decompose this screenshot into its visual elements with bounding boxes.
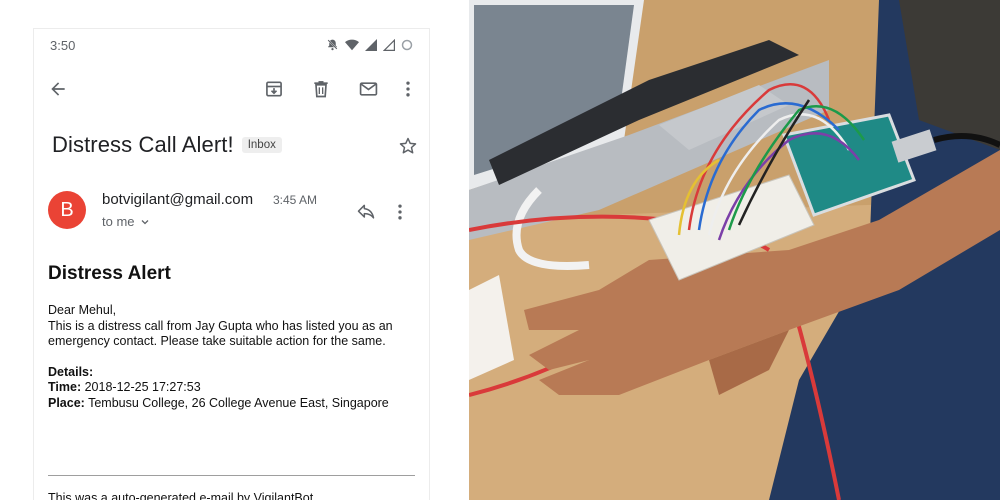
battery-icon xyxy=(401,39,413,50)
divider xyxy=(48,475,415,476)
status-time: 3:50 xyxy=(50,38,76,53)
more-vert-icon xyxy=(398,204,402,220)
message-more-button[interactable] xyxy=(387,199,413,225)
device-photo xyxy=(469,0,1000,500)
footer-note: This was a auto-generated e-mail by Vigi… xyxy=(48,491,317,500)
avatar[interactable]: B xyxy=(48,191,86,229)
time-label: Time: xyxy=(48,380,82,394)
place-line: Place: Tembusu College, 26 College Avenu… xyxy=(48,396,415,412)
place-label: Place: xyxy=(48,395,85,410)
more-vert-icon xyxy=(406,81,410,97)
device-photo-illustration xyxy=(469,0,1000,500)
email-toolbar xyxy=(34,67,429,111)
message-line-1: This is a distress call from Jay Gupta w… xyxy=(48,318,393,333)
inbox-label-chip[interactable]: Inbox xyxy=(241,137,282,153)
recipients-label: to me xyxy=(102,214,135,229)
message-line-2: emergency contact. Please take suitable … xyxy=(48,334,386,348)
reply-button[interactable] xyxy=(353,199,379,225)
delete-button[interactable] xyxy=(307,75,335,103)
reply-icon xyxy=(357,204,375,219)
sender-email: botvigilant@gmail.com xyxy=(102,191,254,208)
status-icons xyxy=(326,38,413,51)
do-not-disturb-icon xyxy=(327,39,338,51)
phone-screen: 3:50 Distress Call Alert! Inbox B botvig… xyxy=(33,28,430,500)
envelope-icon xyxy=(359,82,377,96)
mark-unread-button[interactable] xyxy=(354,75,382,103)
wifi-icon xyxy=(345,39,359,50)
place-value: Tembusu College, 26 College Avenue East,… xyxy=(84,395,389,410)
email-screenshot-panel: 3:50 Distress Call Alert! Inbox B botvig… xyxy=(0,0,468,500)
signal-empty-icon xyxy=(383,38,395,51)
arrow-back-icon xyxy=(51,82,65,96)
back-button[interactable] xyxy=(44,75,72,103)
more-options-button[interactable] xyxy=(394,75,422,103)
signal-icon xyxy=(365,38,377,51)
email-subject: Distress Call Alert! xyxy=(52,132,234,157)
archive-icon xyxy=(266,81,282,97)
sender-row: B botvigilant@gmail.com 3:45 AM to me xyxy=(48,189,415,239)
body-heading: Distress Alert xyxy=(48,263,171,284)
time-line: Time: 2018-12-25 17:27:53 xyxy=(48,380,415,396)
chevron-down-icon xyxy=(141,219,148,224)
greeting: Dear Mehul, xyxy=(48,303,117,317)
trash-icon xyxy=(314,81,328,98)
email-body: Distress Alert Dear Mehul, This is a dis… xyxy=(48,263,415,411)
details-label: Details: xyxy=(48,364,94,379)
subject-row: Distress Call Alert! Inbox xyxy=(52,129,415,161)
archive-button[interactable] xyxy=(260,75,288,103)
star-icon xyxy=(399,137,417,154)
star-button[interactable] xyxy=(395,133,421,159)
recipients-toggle[interactable]: to me xyxy=(102,214,151,229)
received-time: 3:45 AM xyxy=(273,193,318,207)
status-bar: 3:50 xyxy=(34,29,429,63)
time-value: 2018-12-25 17:27:53 xyxy=(81,380,201,394)
